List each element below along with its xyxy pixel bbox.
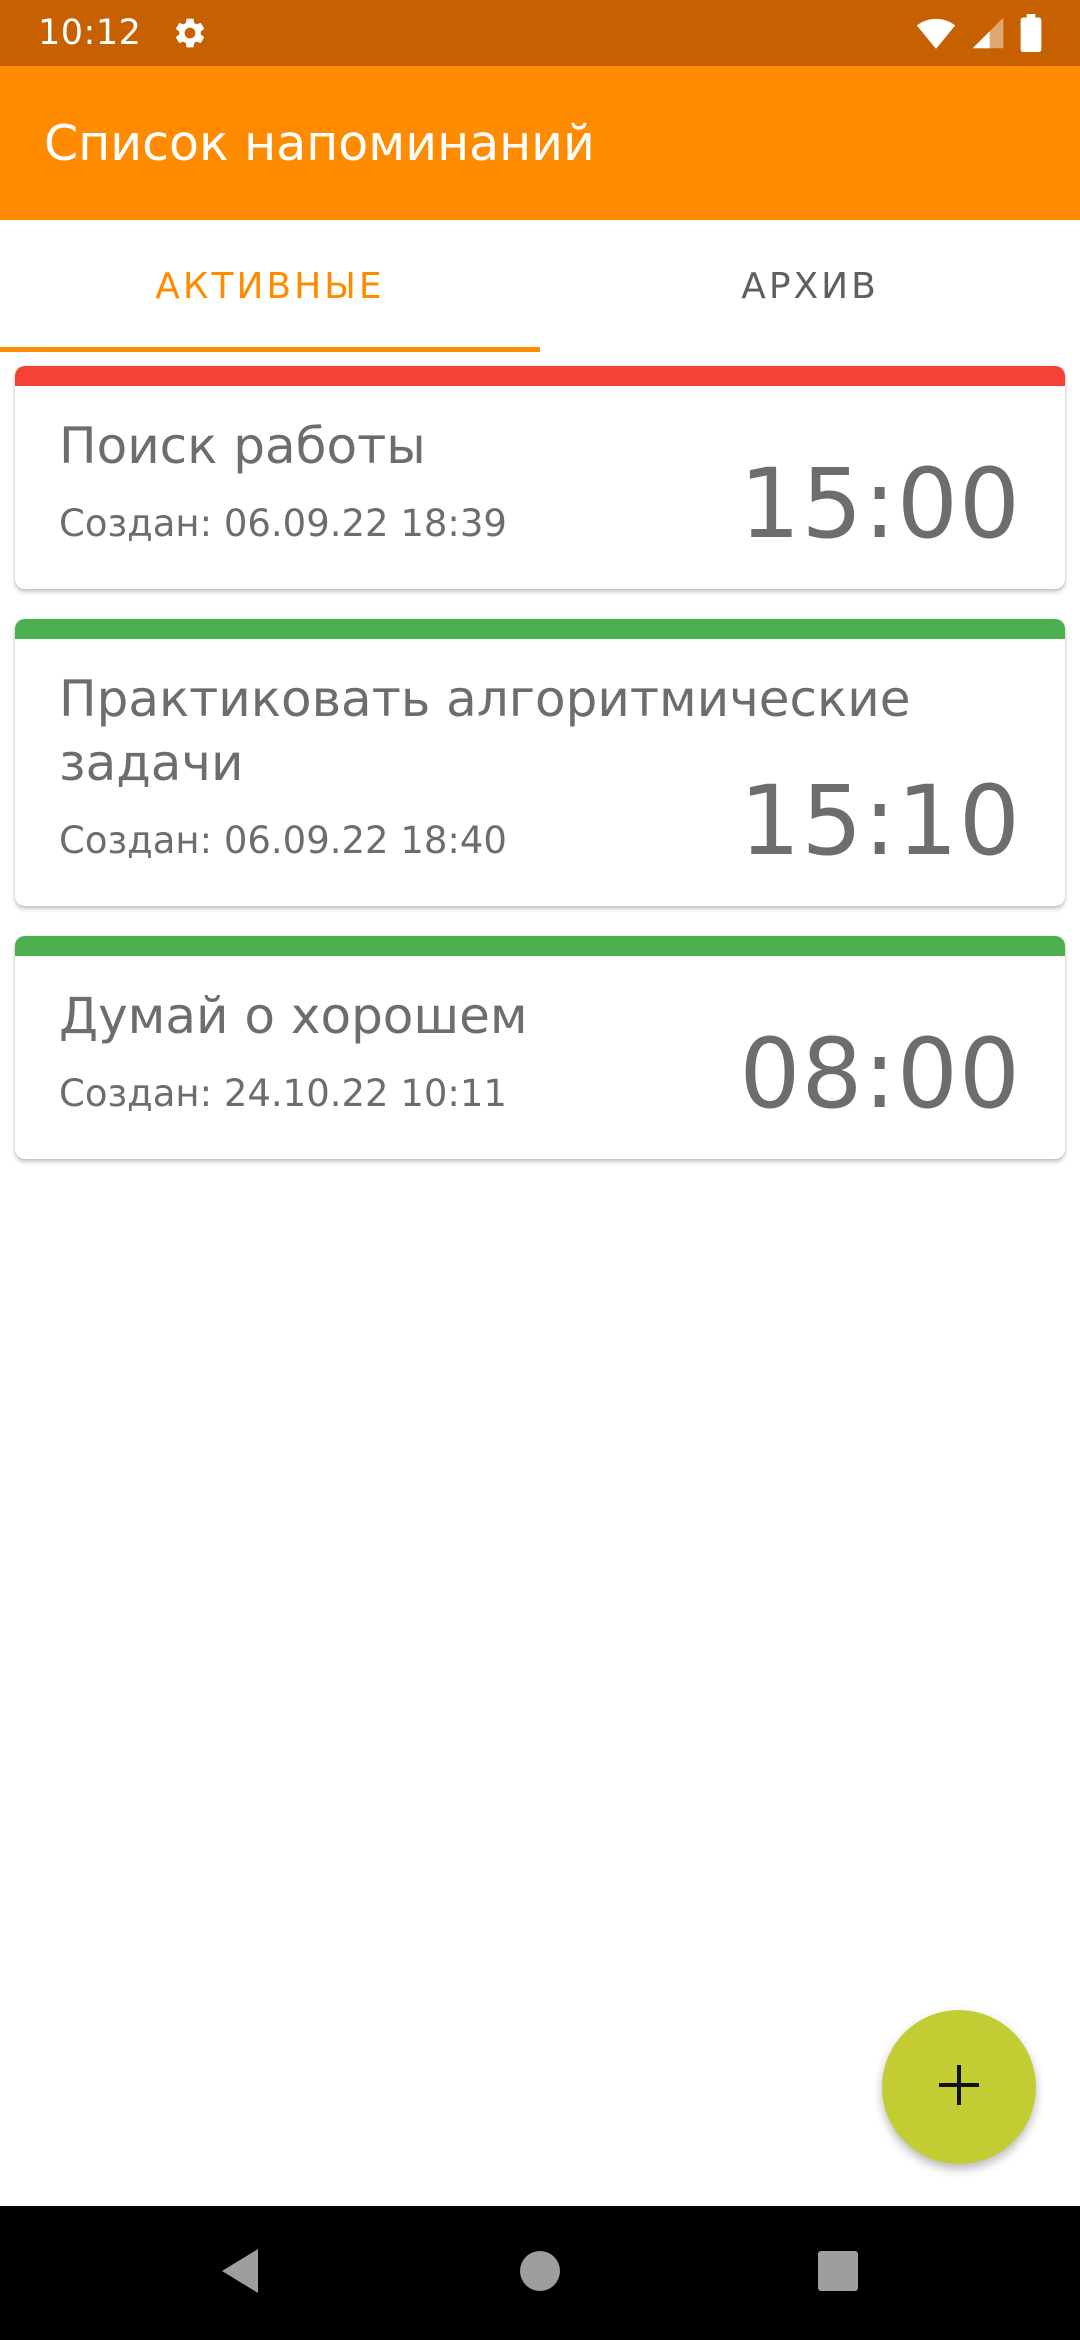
reminder-time: 15:10 — [739, 765, 1021, 877]
gear-icon — [171, 14, 209, 52]
reminder-list: Поиск работы Создан: 06.09.22 18:39 15:0… — [15, 366, 1065, 1189]
back-button[interactable] — [180, 2206, 300, 2340]
battery-icon — [1020, 14, 1042, 52]
home-button[interactable] — [480, 2206, 600, 2340]
priority-bar — [15, 619, 1065, 639]
tab-indicator — [0, 347, 540, 352]
reminder-time: 08:00 — [739, 1018, 1021, 1130]
navigation-bar — [0, 2206, 1080, 2340]
recents-button[interactable] — [778, 2206, 898, 2340]
reminder-time: 15:00 — [739, 448, 1021, 560]
reminder-card[interactable]: Думай о хорошем Создан: 24.10.22 10:11 0… — [15, 936, 1065, 1159]
signal-icon — [970, 16, 1006, 50]
plus-icon — [937, 2063, 981, 2111]
priority-bar — [15, 366, 1065, 386]
status-time: 10:12 — [38, 13, 142, 53]
priority-bar — [15, 936, 1065, 956]
status-bar: 10:12 — [0, 0, 1080, 66]
tab-bar: АКТИВНЫЕ АРХИВ — [0, 220, 1080, 352]
recents-icon — [817, 2250, 859, 2296]
card-body: Думай о хорошем Создан: 24.10.22 10:11 0… — [15, 956, 1065, 1159]
back-icon — [218, 2247, 262, 2299]
tab-active[interactable]: АКТИВНЫЕ — [0, 220, 540, 352]
card-body: Практиковать алгоритмические задачи Созд… — [15, 639, 1065, 906]
wifi-icon — [916, 16, 956, 50]
tab-active-label: АКТИВНЫЕ — [155, 265, 385, 307]
screen: 10:12 Список напоминаний АКТИВНЫЕ АРХИВ — [0, 0, 1080, 2340]
home-icon — [519, 2250, 561, 2296]
add-reminder-button[interactable] — [882, 2010, 1036, 2164]
reminder-card[interactable]: Поиск работы Создан: 06.09.22 18:39 15:0… — [15, 366, 1065, 589]
app-bar: Список напоминаний — [0, 66, 1080, 220]
tab-archive[interactable]: АРХИВ — [540, 220, 1080, 352]
card-body: Поиск работы Создан: 06.09.22 18:39 15:0… — [15, 386, 1065, 589]
status-icons — [916, 14, 1042, 52]
reminder-card[interactable]: Практиковать алгоритмические задачи Созд… — [15, 619, 1065, 906]
tab-archive-label: АРХИВ — [741, 265, 879, 307]
page-title: Список напоминаний — [44, 114, 595, 172]
